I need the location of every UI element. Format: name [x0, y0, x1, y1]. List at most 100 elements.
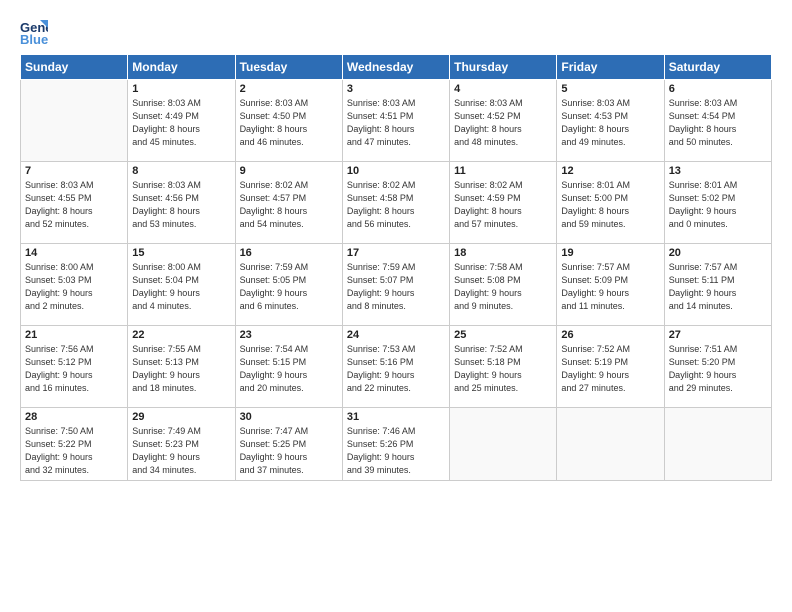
day-number: 21: [25, 329, 123, 341]
calendar: SundayMondayTuesdayWednesdayThursdayFrid…: [20, 54, 772, 481]
calendar-cell: 15 Sunrise: 8:00 AMSunset: 5:04 PMDayligh…: [128, 244, 235, 326]
day-info: Sunrise: 8:03 AMSunset: 4:49 PMDaylight:…: [132, 97, 230, 149]
day-number: 25: [454, 329, 552, 341]
calendar-cell: 1 Sunrise: 8:03 AMSunset: 4:49 PMDaylight…: [128, 80, 235, 162]
calendar-cell: 18 Sunrise: 7:58 AMSunset: 5:08 PMDayligh…: [450, 244, 557, 326]
calendar-cell: 21 Sunrise: 7:56 AMSunset: 5:12 PMDayligh…: [21, 326, 128, 408]
weekday-header-friday: Friday: [557, 55, 664, 80]
day-number: 1: [132, 83, 230, 95]
day-info: Sunrise: 8:01 AMSunset: 5:02 PMDaylight:…: [669, 179, 767, 231]
day-info: Sunrise: 8:00 AMSunset: 5:04 PMDaylight:…: [132, 261, 230, 313]
calendar-cell: 26 Sunrise: 7:52 AMSunset: 5:19 PMDayligh…: [557, 326, 664, 408]
day-number: 10: [347, 165, 445, 177]
calendar-cell: 19Sunrise: 7:57 AMSunset: 5:09 PMDayligh…: [557, 244, 664, 326]
day-number: 13: [669, 165, 767, 177]
day-number: 3: [347, 83, 445, 95]
calendar-cell: [21, 80, 128, 162]
calendar-cell: 2 Sunrise: 8:03 AMSunset: 4:50 PMDaylight…: [235, 80, 342, 162]
calendar-cell: 24 Sunrise: 7:53 AMSunset: 5:16 PMDayligh…: [342, 326, 449, 408]
day-number: 29: [132, 411, 230, 423]
day-info: Sunrise: 7:56 AMSunset: 5:12 PMDaylight:…: [25, 343, 123, 395]
calendar-cell: 8 Sunrise: 8:03 AMSunset: 4:56 PMDaylight…: [128, 162, 235, 244]
day-number: 26: [561, 329, 659, 341]
calendar-cell: 11 Sunrise: 8:02 AMSunset: 4:59 PMDayligh…: [450, 162, 557, 244]
calendar-cell: 31Sunrise: 7:46 AMSunset: 5:26 PMDayligh…: [342, 408, 449, 481]
day-number: 18: [454, 247, 552, 259]
day-number: 12: [561, 165, 659, 177]
calendar-cell: 12 Sunrise: 8:01 AMSunset: 5:00 PMDayligh…: [557, 162, 664, 244]
day-number: 6: [669, 83, 767, 95]
calendar-cell: 14 Sunrise: 8:00 AMSunset: 5:03 PMDayligh…: [21, 244, 128, 326]
calendar-cell: 6 Sunrise: 8:03 AMSunset: 4:54 PMDaylight…: [664, 80, 771, 162]
logo: General Blue: [20, 18, 52, 46]
day-info: Sunrise: 8:03 AMSunset: 4:55 PMDaylight:…: [25, 179, 123, 231]
day-number: 28: [25, 411, 123, 423]
day-number: 15: [132, 247, 230, 259]
calendar-cell: 7 Sunrise: 8:03 AMSunset: 4:55 PMDaylight…: [21, 162, 128, 244]
calendar-cell: [664, 408, 771, 481]
day-number: 22: [132, 329, 230, 341]
day-number: 5: [561, 83, 659, 95]
calendar-cell: 10 Sunrise: 8:02 AMSunset: 4:58 PMDayligh…: [342, 162, 449, 244]
calendar-cell: 28 Sunrise: 7:50 AMSunset: 5:22 PMDayligh…: [21, 408, 128, 481]
calendar-cell: 16 Sunrise: 7:59 AMSunset: 5:05 PMDayligh…: [235, 244, 342, 326]
day-info: Sunrise: 8:03 AMSunset: 4:51 PMDaylight:…: [347, 97, 445, 149]
weekday-header-tuesday: Tuesday: [235, 55, 342, 80]
weekday-header-monday: Monday: [128, 55, 235, 80]
day-number: 4: [454, 83, 552, 95]
day-info: Sunrise: 8:02 AMSunset: 4:58 PMDaylight:…: [347, 179, 445, 231]
day-info: Sunrise: 7:52 AMSunset: 5:19 PMDaylight:…: [561, 343, 659, 395]
calendar-cell: 13 Sunrise: 8:01 AMSunset: 5:02 PMDayligh…: [664, 162, 771, 244]
calendar-cell: 25 Sunrise: 7:52 AMSunset: 5:18 PMDayligh…: [450, 326, 557, 408]
day-info: Sunrise: 7:50 AMSunset: 5:22 PMDaylight:…: [25, 425, 123, 477]
day-info: Sunrise: 7:52 AMSunset: 5:18 PMDaylight:…: [454, 343, 552, 395]
day-info: Sunrise: 7:49 AMSunset: 5:23 PMDaylight:…: [132, 425, 230, 477]
day-number: 17: [347, 247, 445, 259]
day-info: Sunrise: 7:54 AMSunset: 5:15 PMDaylight:…: [240, 343, 338, 395]
svg-text:Blue: Blue: [20, 32, 48, 46]
day-number: 30: [240, 411, 338, 423]
day-number: 2: [240, 83, 338, 95]
day-info: Sunrise: 7:55 AMSunset: 5:13 PMDaylight:…: [132, 343, 230, 395]
calendar-cell: 27 Sunrise: 7:51 AMSunset: 5:20 PMDayligh…: [664, 326, 771, 408]
calendar-cell: 20Sunrise: 7:57 AMSunset: 5:11 PMDayligh…: [664, 244, 771, 326]
calendar-cell: [557, 408, 664, 481]
day-info: Sunrise: 7:57 AMSunset: 5:09 PMDaylight:…: [561, 261, 659, 313]
day-number: 31: [347, 411, 445, 423]
day-number: 20: [669, 247, 767, 259]
weekday-header-wednesday: Wednesday: [342, 55, 449, 80]
day-number: 11: [454, 165, 552, 177]
day-info: Sunrise: 7:53 AMSunset: 5:16 PMDaylight:…: [347, 343, 445, 395]
day-number: 8: [132, 165, 230, 177]
day-info: Sunrise: 8:01 AMSunset: 5:00 PMDaylight:…: [561, 179, 659, 231]
weekday-header-thursday: Thursday: [450, 55, 557, 80]
day-number: 16: [240, 247, 338, 259]
header: General Blue: [20, 18, 772, 46]
calendar-cell: [450, 408, 557, 481]
day-info: Sunrise: 8:03 AMSunset: 4:54 PMDaylight:…: [669, 97, 767, 149]
day-info: Sunrise: 8:03 AMSunset: 4:56 PMDaylight:…: [132, 179, 230, 231]
calendar-cell: 9 Sunrise: 8:02 AMSunset: 4:57 PMDaylight…: [235, 162, 342, 244]
day-info: Sunrise: 7:59 AMSunset: 5:05 PMDaylight:…: [240, 261, 338, 313]
day-number: 9: [240, 165, 338, 177]
calendar-cell: 29 Sunrise: 7:49 AMSunset: 5:23 PMDayligh…: [128, 408, 235, 481]
day-info: Sunrise: 7:58 AMSunset: 5:08 PMDaylight:…: [454, 261, 552, 313]
weekday-header-saturday: Saturday: [664, 55, 771, 80]
weekday-header-sunday: Sunday: [21, 55, 128, 80]
day-info: Sunrise: 7:59 AMSunset: 5:07 PMDaylight:…: [347, 261, 445, 313]
day-info: Sunrise: 8:00 AMSunset: 5:03 PMDaylight:…: [25, 261, 123, 313]
calendar-cell: 3 Sunrise: 8:03 AMSunset: 4:51 PMDaylight…: [342, 80, 449, 162]
day-number: 23: [240, 329, 338, 341]
day-info: Sunrise: 8:02 AMSunset: 4:57 PMDaylight:…: [240, 179, 338, 231]
day-info: Sunrise: 8:02 AMSunset: 4:59 PMDaylight:…: [454, 179, 552, 231]
calendar-cell: 22 Sunrise: 7:55 AMSunset: 5:13 PMDayligh…: [128, 326, 235, 408]
calendar-cell: 30 Sunrise: 7:47 AMSunset: 5:25 PMDayligh…: [235, 408, 342, 481]
day-number: 27: [669, 329, 767, 341]
day-number: 24: [347, 329, 445, 341]
day-info: Sunrise: 7:51 AMSunset: 5:20 PMDaylight:…: [669, 343, 767, 395]
day-info: Sunrise: 8:03 AMSunset: 4:50 PMDaylight:…: [240, 97, 338, 149]
day-info: Sunrise: 8:03 AMSunset: 4:53 PMDaylight:…: [561, 97, 659, 149]
day-number: 14: [25, 247, 123, 259]
day-number: 7: [25, 165, 123, 177]
day-info: Sunrise: 7:47 AMSunset: 5:25 PMDaylight:…: [240, 425, 338, 477]
